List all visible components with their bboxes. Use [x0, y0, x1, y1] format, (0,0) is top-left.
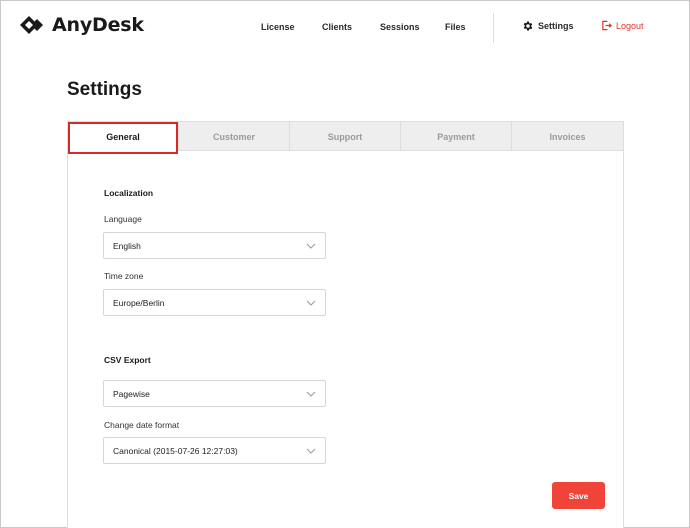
tab-general[interactable]: General [68, 122, 179, 151]
tab-support[interactable]: Support [290, 122, 401, 151]
csv-export-heading: CSV Export [104, 355, 151, 365]
localization-heading: Localization [104, 188, 154, 198]
tab-invoices[interactable]: Invoices [512, 122, 623, 151]
chevron-down-icon [306, 243, 316, 249]
nav-sessions[interactable]: Sessions [380, 22, 420, 32]
gear-icon [523, 21, 533, 31]
date-format-value: Canonical (2015-07-26 12:27:03) [113, 445, 238, 456]
nav-logout-label: Logout [616, 20, 644, 31]
chevron-down-icon [306, 448, 316, 454]
chevron-down-icon [306, 391, 316, 397]
save-button[interactable]: Save [552, 482, 605, 509]
chevron-down-icon [306, 300, 316, 306]
settings-panel: General Customer Support Payment Invoice… [67, 121, 624, 528]
language-select[interactable]: English [103, 232, 326, 259]
nav-divider [493, 13, 494, 43]
language-label: Language [104, 214, 142, 224]
nav-logout[interactable]: Logout [601, 20, 644, 31]
timezone-select[interactable]: Europe/Berlin [103, 289, 326, 316]
date-format-select[interactable]: Canonical (2015-07-26 12:27:03) [103, 437, 326, 464]
tab-payment[interactable]: Payment [401, 122, 512, 151]
anydesk-logo[interactable]: AnyDesk [20, 14, 144, 36]
language-value: English [113, 240, 141, 251]
nav-settings[interactable]: Settings [522, 20, 574, 32]
anydesk-logo-icon [20, 16, 43, 34]
timezone-value: Europe/Berlin [113, 297, 165, 308]
csv-export-select[interactable]: Pagewise [103, 380, 326, 407]
nav-files[interactable]: Files [445, 22, 466, 32]
nav-clients[interactable]: Clients [322, 22, 352, 32]
timezone-label: Time zone [104, 271, 144, 281]
nav-settings-label: Settings [538, 21, 574, 31]
settings-tabs: General Customer Support Payment Invoice… [68, 122, 623, 151]
nav-license[interactable]: License [261, 22, 295, 32]
tab-customer[interactable]: Customer [179, 122, 290, 151]
brand-name: AnyDesk [52, 14, 144, 36]
date-format-label: Change date format [104, 420, 180, 430]
page-title: Settings [67, 79, 142, 100]
csv-export-value: Pagewise [113, 388, 150, 399]
logout-icon [602, 20, 612, 31]
